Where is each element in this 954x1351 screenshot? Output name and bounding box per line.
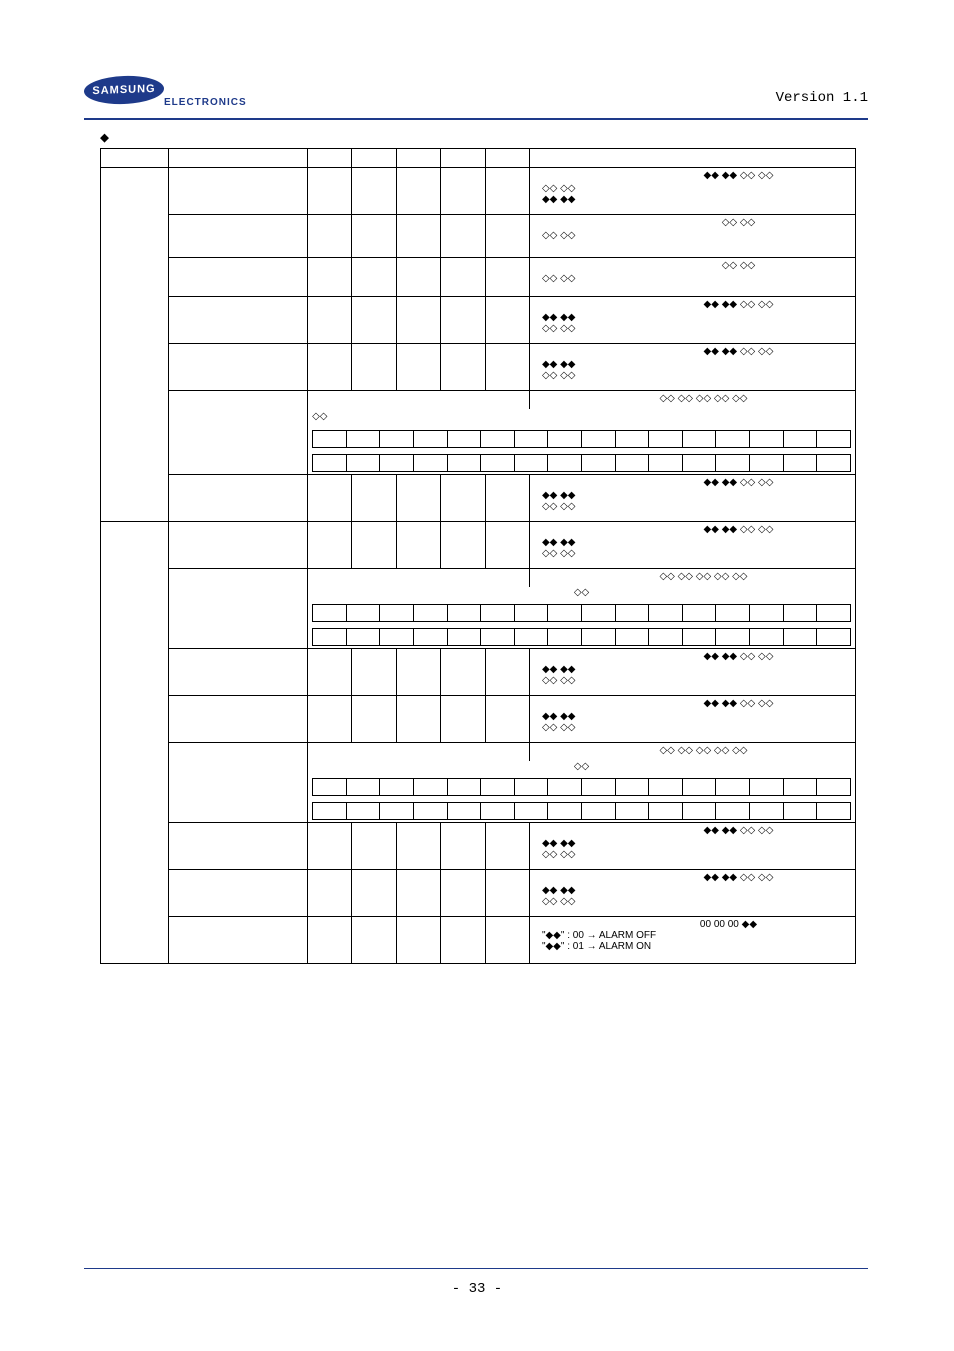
desc-text: ◇◇ ◇◇: [542, 548, 851, 559]
table-row: ◇◇ ◇◇ ◇◇ ◇◇: [101, 215, 856, 258]
table-row: ◆◆ ◆◆ ◇◇ ◇◇ ◇◇ ◇◇ ◆◆ ◆◆: [101, 168, 856, 215]
page-number: - 33 -: [0, 1281, 954, 1297]
desc-text: ◇◇ ◇◇: [542, 675, 851, 686]
bit-grid: [312, 802, 851, 820]
desc-text: ◆◆ ◆◆: [542, 194, 851, 205]
brand-name: SAMSUNG: [92, 83, 155, 97]
bit-grid: [312, 430, 851, 448]
desc-text: ◇◇ ◇◇: [626, 260, 851, 271]
doc-version: Version 1.1: [776, 90, 868, 106]
header-rule: [84, 118, 868, 120]
table-row: ◇◇ ◇◇ ◇◇ ◇◇: [101, 258, 856, 297]
desc-text: ◆◆ ◆◆ ◇◇ ◇◇: [626, 170, 851, 181]
desc-text: ◆◆ ◆◆: [542, 885, 851, 896]
section-bullet: ◆: [100, 128, 109, 147]
table-row: ◆◆ ◆◆ ◇◇ ◇◇ ◆◆ ◆◆ ◇◇ ◇◇: [101, 823, 856, 870]
brand-oval: SAMSUNG: [84, 75, 164, 106]
mini-grid-label: ◇◇: [312, 411, 327, 422]
desc-text: ◇◇ ◇◇: [542, 230, 851, 241]
table-row: ◆◆ ◆◆ ◇◇ ◇◇ ◆◆ ◆◆ ◇◇ ◇◇: [101, 344, 856, 391]
desc-text: ◆◆ ◆◆: [542, 490, 851, 501]
table-row: ◆◆ ◆◆ ◇◇ ◇◇ ◆◆ ◆◆ ◇◇ ◇◇: [101, 696, 856, 743]
desc-text: ◆◆ ◆◆: [542, 359, 851, 370]
mini-grid-label: ◇◇: [574, 761, 589, 772]
desc-text: ◇◇ ◇◇ ◇◇ ◇◇ ◇◇: [556, 571, 851, 582]
desc-text: ◆◆ ◆◆ ◇◇ ◇◇: [626, 299, 851, 310]
desc-text: ◇◇ ◇◇: [542, 273, 851, 284]
bit-grid: [312, 628, 851, 646]
desc-text: ◇◇ ◇◇ ◇◇ ◇◇ ◇◇: [556, 745, 851, 756]
desc-text: ◇◇ ◇◇: [542, 722, 851, 733]
mini-grid-label: ◇◇: [574, 587, 589, 598]
bit-grid: [312, 454, 851, 472]
table-row: ◆◆ ◆◆ ◇◇ ◇◇ ◆◆ ◆◆ ◇◇ ◇◇: [101, 649, 856, 696]
table-row: ◇◇ ◇◇ ◇◇ ◇◇ ◇◇: [101, 391, 856, 410]
brand-logo: SAMSUNG ELECTRONICS: [84, 76, 164, 104]
desc-text: ◆◆ ◆◆: [542, 664, 851, 675]
bit-grid: [312, 778, 851, 796]
desc-text: ◆◆ ◆◆ ◇◇ ◇◇: [626, 651, 851, 662]
register-table: ◆◆ ◆◆ ◇◇ ◇◇ ◇◇ ◇◇ ◆◆ ◆◆ ◇◇ ◇◇ ◇◇ ◇◇ ◇◇ ◇…: [100, 148, 856, 964]
desc-text: ◆◆ ◆◆ ◇◇ ◇◇: [626, 524, 851, 535]
desc-text: ◇◇ ◇◇: [542, 370, 851, 381]
desc-text: "◆◆" : 01 → ALARM ON: [542, 941, 851, 952]
table-row: ◆◆ ◆◆ ◇◇ ◇◇ ◆◆ ◆◆ ◇◇ ◇◇: [101, 297, 856, 344]
desc-text: ◆◆ ◆◆: [542, 711, 851, 722]
desc-text: ◆◆ ◆◆ ◇◇ ◇◇: [626, 346, 851, 357]
desc-text: ◆◆ ◆◆: [542, 312, 851, 323]
desc-text: 00 00 00 ◆◆: [606, 919, 851, 930]
desc-text: ◆◆ ◆◆ ◇◇ ◇◇: [626, 477, 851, 488]
desc-text: ◇◇ ◇◇: [542, 183, 851, 194]
desc-text: ◇◇ ◇◇: [542, 849, 851, 860]
desc-text: ◆◆ ◆◆ ◇◇ ◇◇: [626, 825, 851, 836]
desc-text: ◆◆ ◆◆ ◇◇ ◇◇: [626, 872, 851, 883]
brand-sub: ELECTRONICS: [164, 97, 247, 108]
table-row: ◆◆ ◆◆ ◇◇ ◇◇ ◆◆ ◆◆ ◇◇ ◇◇: [101, 475, 856, 522]
desc-text: ◇◇ ◇◇: [542, 896, 851, 907]
table-row: ◆◆ ◆◆ ◇◇ ◇◇ ◆◆ ◆◆ ◇◇ ◇◇: [101, 870, 856, 917]
table-row: 00 00 00 ◆◆ "◆◆" : 00 → ALARM OFF "◆◆" :…: [101, 917, 856, 964]
table-row: ◇◇ ◇◇ ◇◇ ◇◇ ◇◇: [101, 569, 856, 588]
table-row: ◆◆ ◆◆ ◇◇ ◇◇ ◆◆ ◆◆ ◇◇ ◇◇: [101, 522, 856, 569]
desc-text: ◇◇ ◇◇: [626, 217, 851, 228]
desc-text: ◆◆ ◆◆: [542, 838, 851, 849]
table-row: ◇◇ ◇◇ ◇◇ ◇◇ ◇◇: [101, 743, 856, 762]
desc-text: ◆◆ ◆◆ ◇◇ ◇◇: [626, 698, 851, 709]
desc-text: "◆◆" : 00 → ALARM OFF: [542, 930, 851, 941]
desc-text: ◇◇ ◇◇ ◇◇ ◇◇ ◇◇: [556, 393, 851, 404]
bit-grid: [312, 604, 851, 622]
desc-text: ◇◇ ◇◇: [542, 323, 851, 334]
footer-rule: [84, 1268, 868, 1269]
desc-text: ◆◆ ◆◆: [542, 537, 851, 548]
desc-text: ◇◇ ◇◇: [542, 501, 851, 512]
table-header-row: [101, 149, 856, 168]
